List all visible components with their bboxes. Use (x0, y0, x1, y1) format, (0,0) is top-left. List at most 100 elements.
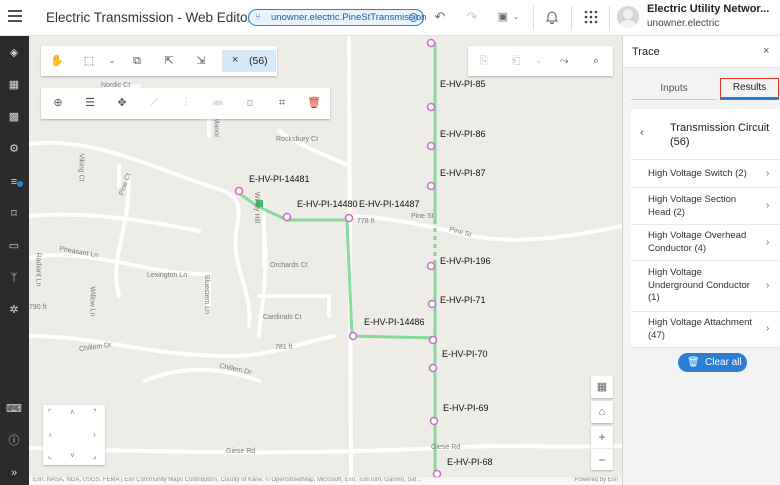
close-icon[interactable]: × (232, 54, 238, 66)
merge-icon[interactable]: ⟚ (210, 95, 226, 111)
user-avatar[interactable] (617, 6, 639, 28)
branch-icon[interactable]: ᛘ (5, 269, 23, 287)
feature-label[interactable]: E-HV-PI-71 (440, 295, 486, 305)
feature-label[interactable]: E-HV-PI-14487 (359, 199, 420, 209)
grid-icon[interactable]: ▦ (591, 376, 613, 398)
add-feature-icon[interactable]: ⊕ (50, 95, 66, 111)
panel-tabs: Inputs Results (631, 78, 779, 100)
clear-all-label: Clear all (705, 357, 742, 368)
measure-icon[interactable]: ⤳ (556, 53, 572, 69)
save-dropdown-chevron-icon[interactable]: ⌄ (511, 9, 521, 25)
pan-left-icon[interactable]: ‹ (49, 430, 52, 439)
bookmark-icon[interactable]: ⌑ (5, 205, 23, 223)
home-icon[interactable]: ⌂ (591, 401, 613, 423)
feature-label[interactable]: E-HV-PI-14481 (249, 174, 310, 184)
menu-icon[interactable] (8, 10, 22, 22)
qr-icon[interactable]: ▩ (5, 108, 23, 126)
undo-icon[interactable]: ↶ (432, 9, 448, 25)
clear-all-button[interactable]: 🗑 Clear all (678, 353, 747, 372)
vertex-edit-icon[interactable]: ⌗ (274, 95, 290, 111)
pan-down-icon[interactable]: ˅ (70, 451, 75, 460)
version-label: unowner.electric.PineStTransmission (271, 12, 427, 23)
copy-icon[interactable]: ⧈ (242, 95, 258, 111)
add-to-selection-icon[interactable]: ⇱ (161, 53, 177, 69)
feature-label[interactable]: E-HV-PI-69 (443, 403, 489, 413)
street-label: Cardinals Ct (263, 314, 302, 321)
result-item-label: High Voltage Section Head (2) (648, 194, 737, 218)
corner-bl-icon: ⌞ (48, 451, 52, 460)
close-icon[interactable]: × (763, 45, 769, 57)
copy-feature-icon[interactable]: ⎘ (476, 53, 492, 69)
version-selector[interactable]: ⑂ unowner.electric.PineStTransmission › (248, 9, 427, 26)
pan-up-icon[interactable]: ˄ (70, 408, 75, 417)
toolbar-divider (571, 6, 572, 30)
result-item-label: High Voltage Overhead Conductor (4) (648, 230, 747, 254)
result-item[interactable]: High Voltage Switch (2) › (631, 160, 780, 188)
zoom-out-button[interactable]: − (591, 448, 613, 470)
delete-trash-icon[interactable]: 🗑 (306, 95, 322, 111)
paste-dropdown-chevron-icon[interactable]: ⌄ (531, 53, 547, 69)
street-label: Giese Rd (226, 448, 256, 455)
pan-right-icon[interactable]: › (93, 430, 96, 439)
feature-label[interactable]: E-HV-PI-196 (440, 256, 491, 266)
user-name[interactable]: Electric Utility Networ... (647, 3, 777, 15)
chevron-right-icon: › (766, 323, 770, 334)
select-dropdown-chevron-icon[interactable]: ⌄ (104, 53, 120, 69)
corner-tr-icon: ⌝ (93, 408, 97, 417)
layers-icon[interactable]: ◈ (5, 44, 23, 62)
list-icon[interactable]: ≡ (5, 173, 23, 191)
result-item[interactable]: High Voltage Overhead Conductor (4) › (631, 225, 780, 261)
keyboard-icon[interactable]: ⌨ (5, 400, 23, 418)
move-icon[interactable]: ✥ (114, 95, 130, 111)
result-item-label: High Voltage Attachment (47) (648, 317, 753, 341)
street-label: Willow Ln (88, 286, 96, 317)
select-by-attribute-icon[interactable]: ⧉ (129, 53, 145, 69)
split-icon[interactable]: ⫶ (178, 95, 194, 111)
feature-label[interactable]: E-HV-PI-85 (440, 79, 486, 89)
selection-toolbar: ✋ ⬚ ⌄ ⧉ ⇱ ⇲ × (56) (41, 46, 277, 76)
result-item[interactable]: High Voltage Underground Conductor (1) › (631, 261, 780, 312)
notifications-icon[interactable] (544, 9, 560, 25)
street-label: Manor (212, 117, 220, 138)
info-icon[interactable]: ⓘ (5, 432, 23, 450)
feature-label[interactable]: E-HV-PI-86 (440, 129, 486, 139)
save-icon[interactable]: ▣ (495, 9, 511, 25)
feature-label[interactable]: E-HV-PI-14486 (364, 317, 425, 327)
chevron-right-icon: › (766, 200, 770, 211)
feature-label[interactable]: E-HV-PI-14480 (297, 199, 358, 209)
pan-hand-icon[interactable]: ✋ (49, 53, 65, 69)
table-icon[interactable]: ▦ (5, 76, 23, 94)
panel-title: Trace (632, 46, 660, 58)
tab-results[interactable]: Results (720, 78, 779, 100)
street-label: Lexington Ln (147, 272, 188, 279)
select-rectangle-icon[interactable]: ⬚ (81, 53, 97, 69)
tab-inputs[interactable]: Inputs (631, 78, 717, 100)
paste-icon[interactable]: ⎗ (508, 53, 524, 69)
remove-from-selection-icon[interactable]: ⇲ (193, 53, 209, 69)
result-item[interactable]: High Voltage Section Head (2) › (631, 188, 780, 225)
elevation-label: 778 ft (357, 218, 375, 225)
powered-by[interactable]: Powered by Esri (574, 477, 618, 483)
feature-label[interactable]: E-HV-PI-68 (447, 457, 493, 467)
trace-icon[interactable]: ⚙ (5, 140, 23, 158)
elevation-label: 781 ft (275, 344, 293, 351)
navigation-widget[interactable]: ⌜ ˄ ⌝ ‹ › ⌞ ˅ ⌟ (43, 405, 105, 465)
expand-icon[interactable]: » (5, 464, 23, 482)
zoom-in-button[interactable]: + (591, 426, 613, 448)
reshape-icon[interactable]: ⟋ (146, 95, 162, 111)
redo-icon[interactable]: ↷ (464, 9, 480, 25)
chevron-right-icon: › (766, 237, 770, 248)
attributes-icon[interactable]: ☰ (82, 95, 98, 111)
panel-header: Trace × (623, 36, 780, 68)
result-item[interactable]: High Voltage Attachment (47) › (631, 312, 780, 348)
settings-icon[interactable]: ✲ (5, 301, 23, 319)
apps-grid-icon[interactable] (583, 9, 599, 25)
feature-label[interactable]: E-HV-PI-87 (440, 168, 486, 178)
search-icon[interactable]: ⌕ (588, 53, 604, 69)
street-label: Orchards Ct (270, 262, 308, 269)
selection-count-chip[interactable]: × (56) (222, 50, 276, 72)
street-label: Rocksbury Ct (276, 136, 319, 143)
folder-icon[interactable]: ▭ (5, 237, 23, 255)
back-chevron-icon[interactable]: ‹ (640, 127, 644, 139)
feature-label[interactable]: E-HV-PI-70 (442, 349, 488, 359)
